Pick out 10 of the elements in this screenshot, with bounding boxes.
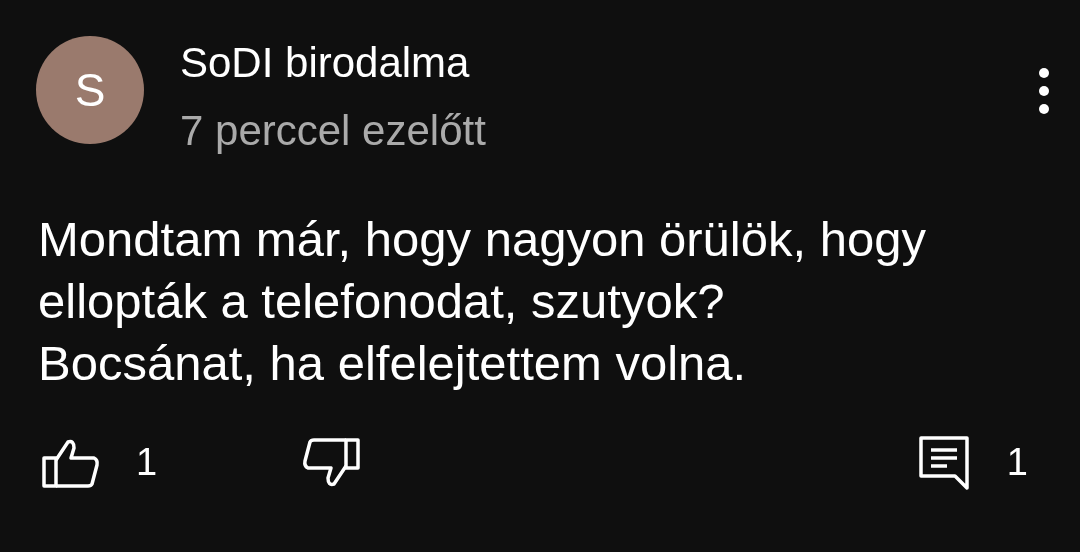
reply-icon[interactable] <box>918 435 969 490</box>
more-options-icon[interactable] <box>1038 68 1050 114</box>
author-name[interactable]: SoDI birodalma <box>180 38 486 88</box>
avatar[interactable]: S <box>36 36 144 144</box>
comment-text: Mondtam már, hogy nagyon örülök, hogy ellopták a telefonodat, szutyok? Bocsánat, ha elfelejtettem volna. <box>38 211 927 392</box>
timestamp: 7 perccel ezelőtt <box>180 106 486 156</box>
like-count: 1 <box>136 440 158 485</box>
thumbs-up-icon[interactable] <box>42 437 100 488</box>
reply-count: 1 <box>1006 440 1028 485</box>
thumbs-down-icon[interactable] <box>302 437 361 488</box>
